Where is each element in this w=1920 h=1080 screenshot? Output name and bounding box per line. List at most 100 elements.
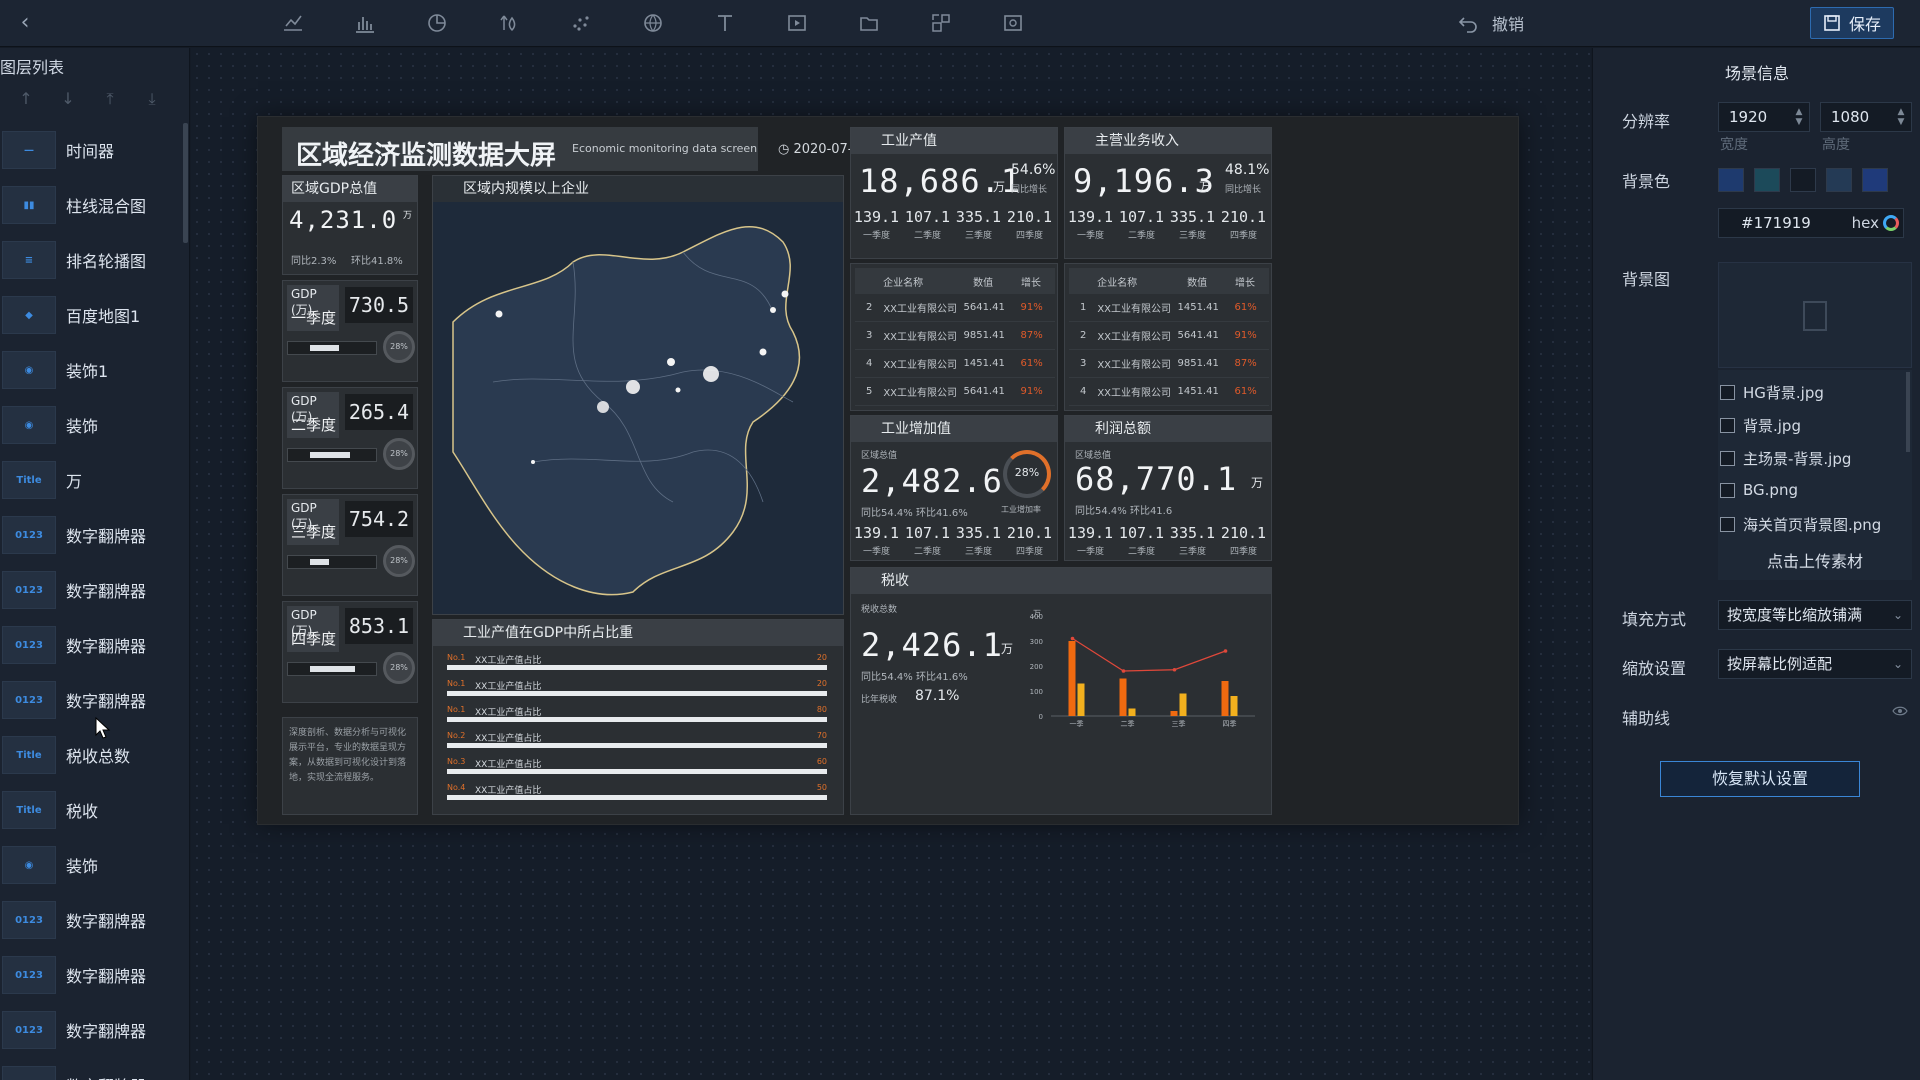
gdp-quarter-label: GDP (万) 三季度 [287,499,339,545]
file-checkbox[interactable] [1720,451,1735,466]
layer-item[interactable]: 0123 数字翻牌器 [0,950,182,1000]
globe-icon[interactable] [635,8,671,38]
gdp-total-title: 区域GDP总值 [283,176,417,202]
move-top-icon[interactable]: ⤒ [96,89,124,109]
text-icon[interactable] [707,8,743,38]
drop-icon[interactable] [491,8,527,38]
dashboard-preview[interactable]: 区域经济监测数据大屏 Economic monitoring data scre… [258,117,1518,824]
bg-file-item[interactable]: 背景.jpg [1720,415,1801,436]
row-growth: 91% [1020,386,1043,397]
file-checkbox[interactable] [1720,385,1735,400]
tax-bar [1230,696,1238,716]
row-rank: 2 [865,302,873,313]
row-company: XX工业有限公司 [1097,388,1172,399]
gdp-dial: 28% [383,545,415,577]
widget-icon[interactable] [923,8,959,38]
move-up-icon[interactable]: ↑ [12,89,40,109]
layer-item[interactable]: 0123 数字翻牌器 [0,565,182,615]
layer-item[interactable]: Title 税收总数 [0,730,182,780]
share-row: No.1 XX工业产值占比 20 [447,652,827,672]
file-checkbox[interactable] [1720,517,1735,532]
image-icon[interactable] [995,8,1031,38]
line-chart-icon[interactable] [275,8,311,38]
scale-select[interactable]: 按屏幕比例适配 ⌄ [1718,649,1912,679]
layer-item[interactable]: — 时间器 [0,125,182,175]
profit-value: 68,770.1 [1075,460,1238,498]
tax-sub: 税收总数 [861,605,898,615]
undo-button[interactable]: 撤销 [1458,12,1524,34]
bg-file-item[interactable]: 海关首页背景图.png [1720,514,1881,535]
fill-select[interactable]: 按宽度等比缩放铺满 ⌄ [1718,600,1912,630]
layer-thumbnail: 0123 [2,681,56,719]
eye-icon[interactable] [1892,706,1908,716]
added-sub: 区域总值 [861,451,898,461]
layer-thumbnail: ◉ [2,846,56,884]
layer-item[interactable]: ◉ 装饰1 [0,345,182,395]
y-tick-label: 200 [1030,663,1043,671]
profit-yoy: 同比54.4% 环比41.6 [1075,506,1173,517]
bg-color-swatch[interactable] [1718,168,1744,192]
added-ring-value: 28% [1014,466,1040,479]
scatter-icon[interactable] [563,8,599,38]
height-input[interactable]: 1080 ▲ ▼ [1820,102,1912,132]
width-stepper-icon[interactable]: ▲ ▼ [1793,107,1805,127]
map-graphic [452,226,801,596]
layer-item[interactable]: ▮▮ 柱线混合图 [0,180,182,230]
bg-image-preview[interactable] [1718,262,1912,368]
quarter-name: 二季度 [1127,231,1155,241]
row-growth: 87% [1020,330,1043,341]
fill-label: 填充方式 [1622,610,1687,629]
map-panel[interactable]: 区域内规模以上企业 [432,175,844,615]
layer-item[interactable]: 0123 数字翻牌器 [0,1005,182,1055]
layer-item[interactable]: ≡ 排名轮播图 [0,235,182,285]
y-tick-label: 400 [1030,613,1043,621]
bg-color-swatch[interactable] [1862,168,1888,192]
layer-label: 数字翻牌器 [66,1022,147,1041]
bg-file-item[interactable]: 主场景-背景.jpg [1720,448,1851,469]
industry-quarters: 139.1 一季度 107.1 二季度 335.1 三季度 210.1 四季度 [851,208,1055,241]
layer-item[interactable]: Title 税收 [0,785,182,835]
layer-item[interactable]: 0123 数字翻牌器 [0,1060,182,1080]
layer-item[interactable]: ◉ 装饰 [0,400,182,450]
media-icon[interactable] [779,8,815,38]
width-input[interactable]: 1920 ▲ ▼ [1718,102,1810,132]
quarter-value: 139.1 [1067,208,1114,226]
quarter-name: 三季度 [1178,231,1206,241]
bg-file-item[interactable]: HG背景.jpg [1720,382,1824,403]
color-picker-icon[interactable] [1883,215,1899,231]
layer-scrollbar[interactable] [183,123,188,243]
quarter-cell: 107.1 二季度 [902,208,953,241]
layer-thumbnail: 0123 [2,571,56,609]
move-bottom-icon[interactable]: ⤓ [138,89,166,109]
layer-item[interactable]: ◉ 装饰 [0,840,182,890]
back-icon[interactable]: ‹ [12,10,38,36]
layer-item[interactable]: 0123 数字翻牌器 [0,675,182,725]
layer-item[interactable]: 0123 数字翻牌器 [0,620,182,670]
pie-chart-icon[interactable] [419,8,455,38]
folder-icon[interactable] [851,8,887,38]
file-name: 背景.jpg [1743,417,1801,435]
quarter-name: 三季度 [964,547,992,557]
layer-item[interactable]: Title 万 [0,455,182,505]
file-checkbox[interactable] [1720,482,1735,498]
upload-link[interactable]: 点击上传素材 [1718,548,1912,572]
quarter-cell: 335.1 三季度 [953,524,1004,557]
row-rank: 4 [865,358,873,369]
bg-color-swatch[interactable] [1826,168,1852,192]
file-list-scrollbar[interactable] [1906,372,1910,452]
bg-color-swatch[interactable] [1754,168,1780,192]
save-button[interactable]: 保存 [1810,7,1894,39]
hex-color-input[interactable]: #171919 hex [1718,208,1904,238]
bg-color-swatch[interactable] [1790,168,1816,192]
move-down-icon[interactable]: ↓ [54,89,82,109]
layer-item[interactable]: 0123 数字翻牌器 [0,510,182,560]
height-stepper-icon[interactable]: ▲ ▼ [1895,107,1907,127]
file-checkbox[interactable] [1720,418,1735,433]
bar-chart-icon[interactable] [347,8,383,38]
row-value: 1451.41 [1177,302,1219,313]
layer-item[interactable]: 0123 数字翻牌器 [0,895,182,945]
bg-file-item[interactable]: BG.png [1720,481,1798,499]
quarter-name: 一季度 [1076,547,1104,557]
layer-item[interactable]: ◆ 百度地图1 [0,290,182,340]
reset-defaults-button[interactable]: 恢复默认设置 [1660,761,1860,797]
